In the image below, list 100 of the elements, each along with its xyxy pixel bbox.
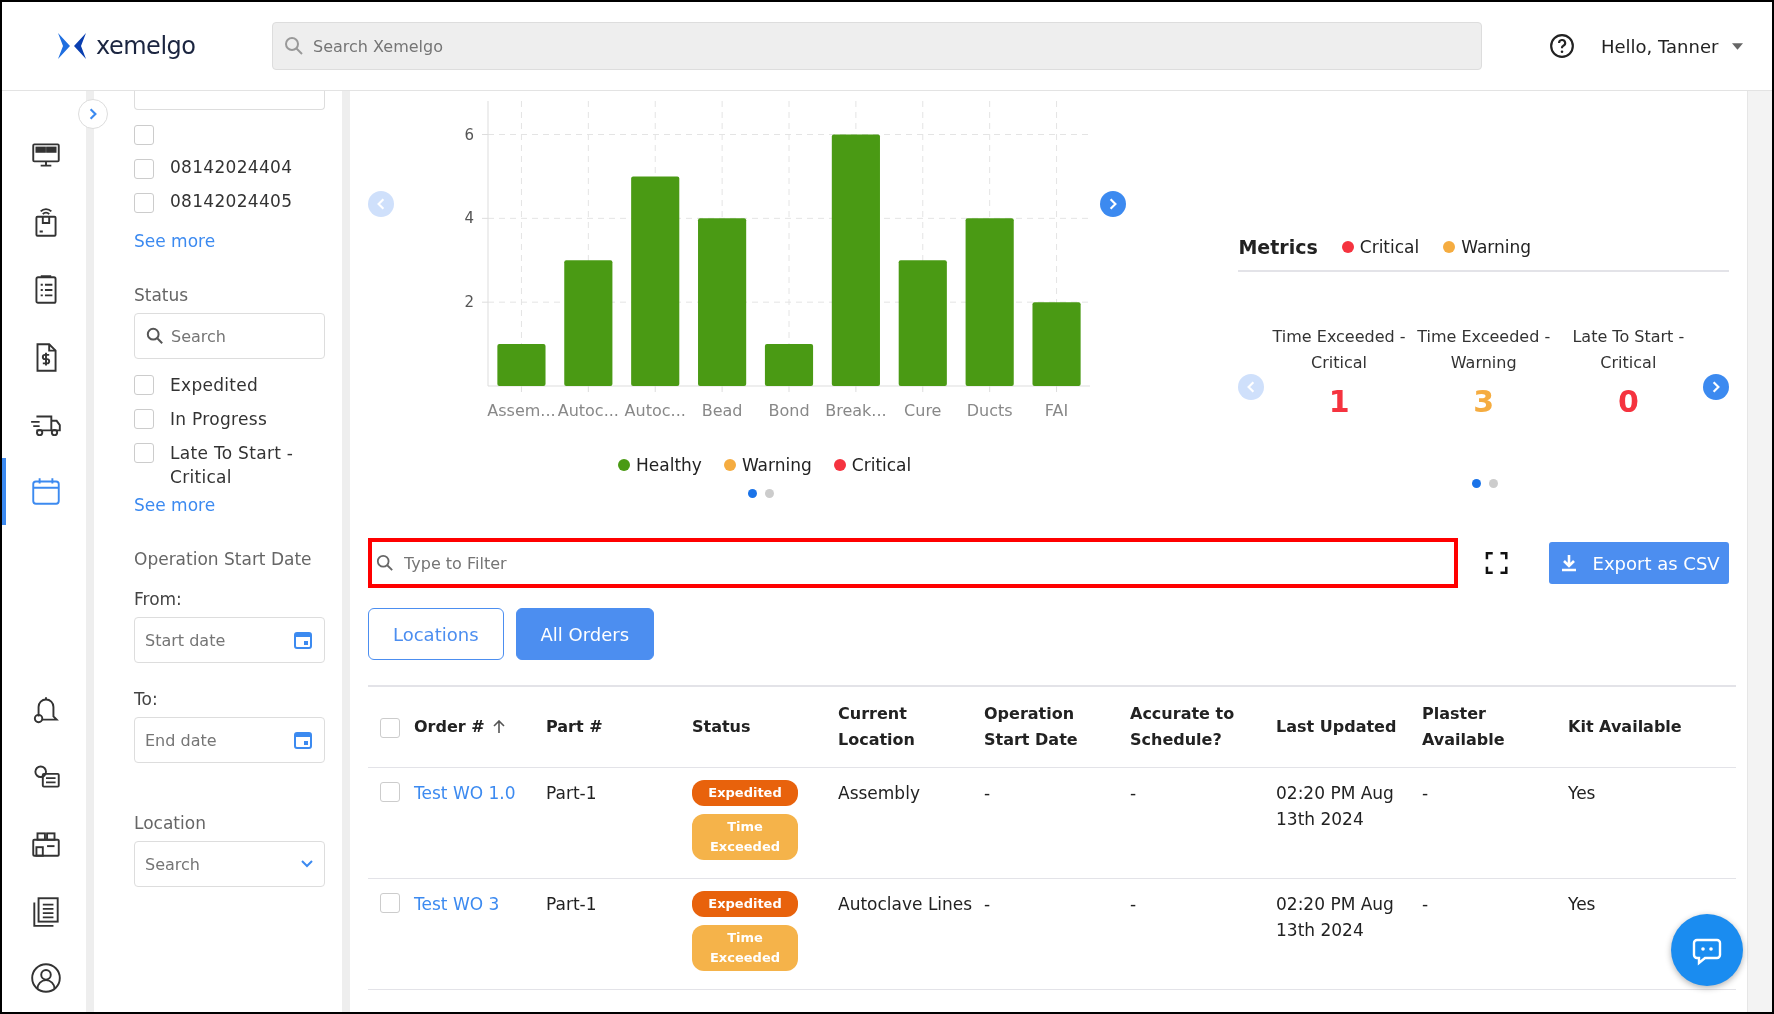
table-cell: Autoclave Lines bbox=[838, 894, 973, 914]
calendar-icon[interactable] bbox=[293, 730, 313, 750]
table-cell: 02:20 PM Aug 13th 2024 bbox=[1276, 894, 1394, 940]
table-cell: - bbox=[984, 894, 991, 914]
expand-button[interactable] bbox=[78, 99, 108, 129]
filter-option-label: In Progress bbox=[170, 408, 269, 431]
checkbox[interactable] bbox=[134, 409, 154, 429]
search-icon bbox=[284, 36, 304, 56]
metric-value: 1 bbox=[1328, 384, 1350, 419]
status-badge: Expedited bbox=[692, 780, 798, 806]
checkbox[interactable] bbox=[134, 193, 154, 213]
legend-label: Critical bbox=[1359, 237, 1420, 257]
scrollbar-track[interactable] bbox=[1747, 91, 1772, 1012]
page-dot[interactable] bbox=[1472, 479, 1482, 488]
status-search-field[interactable]: Search bbox=[134, 313, 325, 359]
filter-title: Location bbox=[134, 813, 207, 833]
filter-title: Operation Start Date bbox=[134, 549, 313, 569]
filter-title: Status bbox=[134, 285, 190, 305]
chevron-right-icon bbox=[87, 108, 99, 120]
user-menu[interactable]: Hello, Tanner bbox=[1601, 35, 1744, 57]
table-cell: - bbox=[984, 783, 991, 803]
row-checkbox[interactable] bbox=[380, 782, 400, 802]
page-dot[interactable] bbox=[765, 489, 774, 498]
legend-label: Warning bbox=[741, 455, 812, 475]
checkbox[interactable] bbox=[134, 443, 154, 463]
table-cell: Part-1 bbox=[546, 783, 597, 803]
see-more-link[interactable]: See more bbox=[134, 231, 325, 251]
column-header[interactable]: Last Updated bbox=[1276, 714, 1397, 740]
field-label: From: bbox=[134, 589, 183, 609]
row-checkbox[interactable] bbox=[380, 893, 400, 913]
filter-option-label: Late To Start - Critical bbox=[170, 442, 295, 489]
x-tick-label: Autoc... bbox=[624, 401, 686, 420]
column-header[interactable]: Status bbox=[692, 714, 751, 740]
table-cell: - bbox=[1422, 783, 1429, 803]
user-icon bbox=[29, 961, 63, 996]
see-more-link[interactable]: See more bbox=[134, 495, 325, 515]
next-button[interactable] bbox=[1100, 191, 1126, 217]
legend-label: Critical bbox=[851, 455, 912, 475]
legend-label: Warning bbox=[1461, 237, 1532, 257]
table-cell: - bbox=[1130, 894, 1137, 914]
x-tick-label: FAI bbox=[1044, 401, 1069, 420]
page-dot[interactable] bbox=[1489, 479, 1499, 488]
help-icon[interactable] bbox=[1549, 33, 1575, 59]
metrics-title: Metrics bbox=[1238, 236, 1318, 258]
arrow-up-icon[interactable] bbox=[492, 720, 505, 734]
end-date-field[interactable]: End date bbox=[134, 717, 325, 763]
column-header[interactable]: Kit Available bbox=[1568, 714, 1682, 740]
y-tick-label: 4 bbox=[464, 209, 474, 228]
location-dropdown[interactable]: Search bbox=[134, 841, 325, 887]
column-header[interactable]: Part # bbox=[546, 714, 603, 740]
x-tick-label: Break... bbox=[825, 401, 887, 420]
metric-value: 3 bbox=[1473, 384, 1495, 419]
column-header[interactable]: Order # bbox=[414, 714, 485, 740]
x-tick-label: Ducts bbox=[966, 401, 1013, 420]
table-cell: Assembly bbox=[838, 783, 920, 803]
chevron-right-icon bbox=[1107, 198, 1119, 210]
checkbox[interactable] bbox=[134, 125, 154, 145]
filter-option-label: Expedited bbox=[170, 374, 260, 397]
x-tick-label: Autoc... bbox=[557, 401, 619, 420]
page-dot[interactable] bbox=[748, 489, 757, 498]
chevron-left-icon bbox=[375, 198, 387, 210]
status-badge: Time Exceeded bbox=[692, 814, 798, 860]
filter-option-label: 08142024404 bbox=[170, 157, 293, 177]
next-button[interactable] bbox=[1703, 374, 1729, 400]
field-label: To: bbox=[134, 689, 159, 709]
x-tick-label: Bond bbox=[768, 401, 810, 420]
metric-label: Time Exceeded - Warning bbox=[1416, 326, 1552, 374]
filter-field[interactable]: Type to Filter bbox=[368, 538, 1458, 588]
metric-value: 0 bbox=[1617, 384, 1639, 419]
logo-icon bbox=[58, 33, 86, 59]
x-tick-label: Cure bbox=[904, 401, 942, 420]
order-link[interactable]: Test WO 3 bbox=[414, 894, 500, 914]
chat-button[interactable] bbox=[1671, 914, 1743, 986]
fullscreen-icon[interactable] bbox=[1485, 551, 1509, 575]
checkbox[interactable] bbox=[134, 375, 154, 395]
search-icon bbox=[146, 327, 164, 345]
metric-label: Time Exceeded - Critical bbox=[1271, 326, 1407, 374]
caret-icon bbox=[1732, 42, 1744, 50]
column-header[interactable]: Current Location bbox=[838, 701, 976, 753]
logo-text: xemelgo bbox=[96, 32, 196, 60]
column-header[interactable]: Plaster Available bbox=[1422, 701, 1560, 753]
column-header[interactable]: Operation Start Date bbox=[984, 701, 1122, 753]
checkbox[interactable] bbox=[134, 159, 154, 179]
column-header[interactable]: Accurate to Schedule? bbox=[1130, 701, 1268, 753]
x-tick-label: Bead bbox=[701, 401, 743, 420]
status-badge: Time Exceeded bbox=[692, 925, 798, 971]
table-cell: - bbox=[1130, 783, 1137, 803]
table-cell: 02:20 PM Aug 13th 2024 bbox=[1276, 783, 1394, 829]
table-cell: Yes bbox=[1568, 894, 1596, 914]
filter-option-label: 08142024405 bbox=[170, 191, 293, 211]
search-icon bbox=[376, 554, 394, 572]
x-tick-label: Assem... bbox=[487, 401, 556, 420]
select-all-checkbox[interactable] bbox=[380, 718, 400, 738]
status-badge: Expedited bbox=[692, 891, 798, 917]
y-tick-label: 6 bbox=[464, 125, 474, 144]
search-field[interactable]: Search Xemelgo bbox=[272, 22, 1482, 70]
calendar-icon[interactable] bbox=[293, 630, 313, 650]
metric-label: Late To Start - Critical bbox=[1571, 326, 1686, 374]
search-field[interactable] bbox=[134, 91, 325, 110]
start-date-field[interactable]: Start date bbox=[134, 617, 325, 663]
